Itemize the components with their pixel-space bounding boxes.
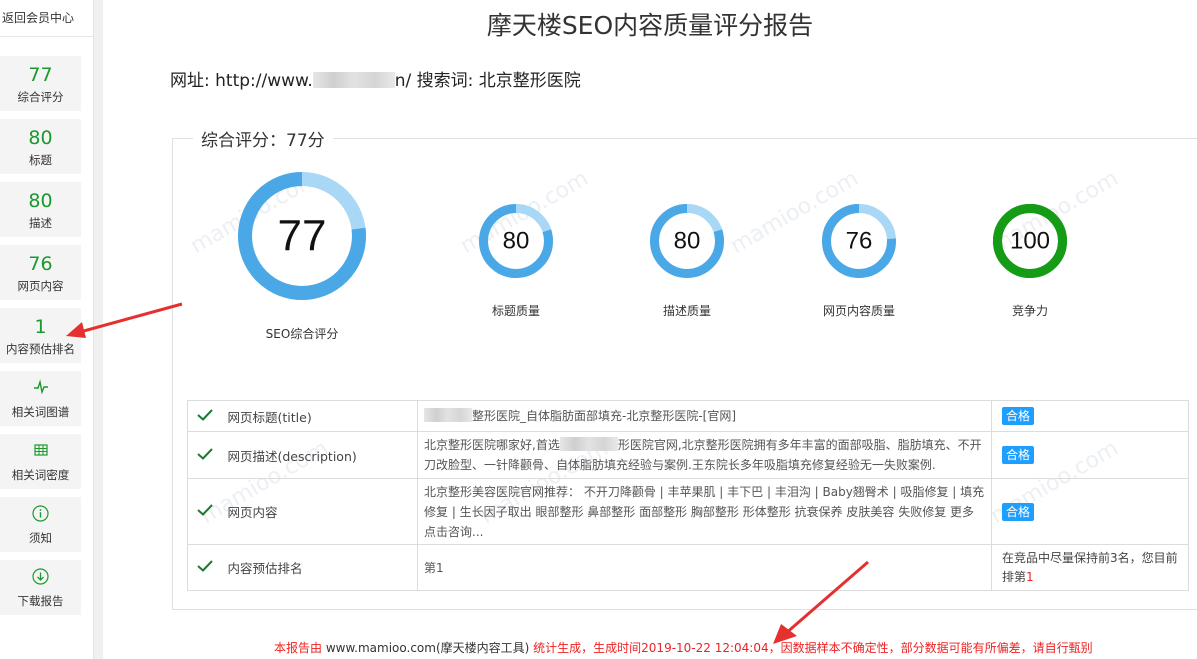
gauge-label: 竞争力 bbox=[1011, 304, 1048, 318]
grid-table-icon bbox=[0, 442, 81, 464]
gauge-value: 100 bbox=[1010, 228, 1050, 255]
back-to-member-center-link[interactable]: 返回会员中心 bbox=[0, 0, 93, 37]
url-suffix: n/ 搜索词: 北京整形医院 bbox=[394, 71, 581, 91]
tool-label: 相关词密度 bbox=[11, 468, 70, 482]
status-badge: 合格 bbox=[1002, 502, 1035, 521]
gauge-competitiveness: 100 bbox=[993, 204, 1067, 278]
redacted-text bbox=[559, 437, 618, 451]
table-row: 网页描述(description) 北京整形医院哪家好,首选 形医院官网,北京整形… bbox=[187, 431, 1189, 479]
sidebar-download-report[interactable]: 下载报告 bbox=[0, 560, 81, 615]
url-keyword-line: 网址: http://www. n/ 搜索词: 北京整形医院 bbox=[170, 66, 581, 91]
row-value: 北京整形医院哪家好,首选 形医院官网,北京整形医院拥有多年丰富的面部吸脂、脂肪填充… bbox=[417, 431, 992, 479]
check-icon bbox=[187, 431, 222, 479]
description-value-start: 北京整形医院哪家好,首选 bbox=[424, 438, 560, 452]
score-label: 标题 bbox=[29, 153, 52, 167]
tool-label: 相关词图谱 bbox=[11, 405, 70, 419]
gauge-value: 77 bbox=[278, 212, 327, 261]
overall-score-legend: 综合评分：77分 bbox=[193, 126, 333, 151]
footer-suffix: 统计生成，生成时间2019-10-22 12:04:04，因数据样本不确定性，部… bbox=[529, 641, 1093, 655]
footer-prefix: 本报告由 bbox=[274, 641, 326, 655]
gauge-overall: 77 bbox=[238, 172, 366, 300]
check-icon bbox=[187, 478, 222, 545]
url-prefix: 网址: http://www. bbox=[170, 71, 313, 91]
row-name: 网页描述(description) bbox=[221, 431, 418, 479]
sidebar-related-words-graph[interactable]: 相关词图谱 bbox=[0, 371, 81, 426]
score-value: 80 bbox=[28, 127, 53, 149]
gauge-label: 标题质量 bbox=[491, 304, 540, 318]
check-icon bbox=[187, 400, 222, 432]
annotation-arrow bbox=[773, 560, 869, 644]
sidebar-score-content[interactable]: 76 网页内容 bbox=[0, 245, 81, 300]
check-icon bbox=[187, 544, 222, 591]
sidebar-score-overall[interactable]: 77 综合评分 bbox=[0, 56, 81, 111]
sidebar-notice[interactable]: 须知 bbox=[0, 497, 81, 552]
gauge-value: 76 bbox=[846, 228, 873, 255]
row-note: 在竞品中尽量保持前3名，您目前排第1 bbox=[991, 544, 1189, 591]
table-row: 网页内容 北京整形美容医院官网推荐： 不开刀降颧骨 | 丰苹果肌 | 丰下巴 |… bbox=[187, 478, 1189, 545]
tool-label: 须知 bbox=[29, 531, 52, 545]
row-status: 合格 bbox=[991, 478, 1189, 545]
pulse-icon bbox=[0, 379, 81, 401]
row-status: 合格 bbox=[991, 431, 1189, 479]
info-circle-icon bbox=[0, 505, 81, 527]
score-label: 内容预估排名 bbox=[6, 342, 75, 356]
row-value: 北京整形美容医院官网推荐： 不开刀降颧骨 | 丰苹果肌 | 丰下巴 | 丰泪沟 … bbox=[417, 478, 992, 545]
status-badge: 合格 bbox=[1002, 407, 1035, 425]
table-row: 内容预估排名 第1 在竞品中尽量保持前3名，您目前排第1 bbox=[187, 544, 1189, 591]
gauge-title: 80 bbox=[479, 204, 553, 278]
redacted-domain bbox=[312, 72, 395, 88]
gauge-description: 80 bbox=[650, 204, 724, 278]
row-value: 整形医院_自体脂肪面部填充-北京整形医院-[官网] bbox=[417, 400, 992, 432]
tool-label: 下载报告 bbox=[17, 594, 64, 608]
sidebar-score-title[interactable]: 80 标题 bbox=[0, 119, 81, 174]
score-value: 77 bbox=[28, 64, 53, 86]
gauge-label: 网页内容质量 bbox=[822, 304, 895, 318]
row-name: 网页内容 bbox=[221, 478, 418, 545]
gauge-content: 76 bbox=[822, 204, 896, 278]
gauge-value: 80 bbox=[674, 228, 701, 255]
ranking-number: 1 bbox=[1026, 569, 1034, 584]
score-value: 80 bbox=[28, 190, 53, 212]
sidebar-score-description[interactable]: 80 描述 bbox=[0, 182, 81, 237]
page-title: 摩天楼SEO内容质量评分报告 bbox=[486, 11, 814, 40]
table-row: 网页标题(title) 整形医院_自体脂肪面部填充-北京整形医院-[官网] 合格 bbox=[187, 400, 1189, 432]
detail-table: 网页标题(title) 整形医院_自体脂肪面部填充-北京整形医院-[官网] 合格… bbox=[187, 400, 1189, 591]
status-badge: 合格 bbox=[1002, 446, 1035, 464]
download-circle-icon bbox=[0, 568, 81, 590]
row-status: 合格 bbox=[991, 400, 1189, 432]
redacted-text bbox=[424, 408, 472, 422]
row-name: 内容预估排名 bbox=[221, 544, 418, 591]
annotation-arrow bbox=[66, 302, 183, 338]
gauge-label: SEO综合评分 bbox=[265, 327, 339, 341]
row-name: 网页标题(title) bbox=[221, 400, 418, 432]
report-footer: 本报告由 www.mamioo.com(摩天楼内容工具) 统计生成，生成时间20… bbox=[274, 639, 1093, 656]
score-label: 综合评分 bbox=[17, 90, 64, 104]
row-value: 第1 bbox=[417, 544, 992, 591]
title-value: 整形医院_自体脂肪面部填充-北京整形医院-[官网] bbox=[472, 409, 737, 423]
gauge-value: 80 bbox=[503, 228, 530, 255]
gauge-label: 描述质量 bbox=[662, 304, 711, 318]
footer-site-link[interactable]: www.mamioo.com(摩天楼内容工具) bbox=[326, 641, 530, 655]
score-label: 描述 bbox=[29, 216, 52, 230]
score-value: 76 bbox=[28, 253, 53, 275]
score-label: 网页内容 bbox=[17, 279, 64, 293]
report-panel: mamioo.com mamioo.com mamioo.com mamioo.… bbox=[103, 0, 1197, 659]
sidebar-related-words-density[interactable]: 相关词密度 bbox=[0, 434, 81, 489]
